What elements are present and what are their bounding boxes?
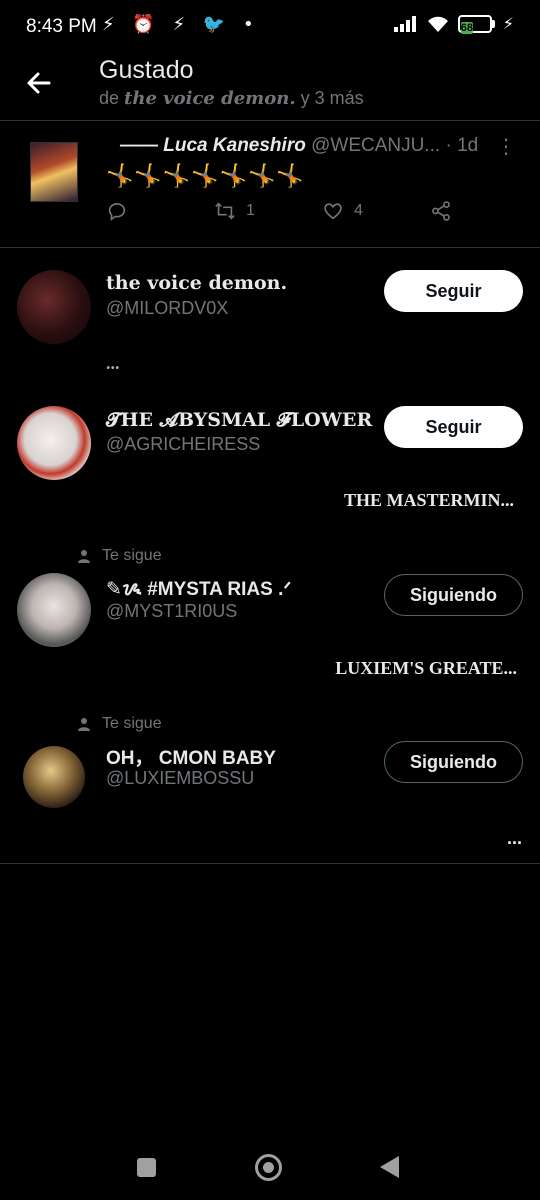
user-handle: @LUXIEMBOSSU (106, 768, 255, 788)
wifi-icon (427, 16, 448, 32)
status-time: 8:43 PM (26, 16, 97, 37)
status-bar: 8:43 PM ⚡ ⏰ ⚡ 🐦 • 68 ⚡ (0, 0, 540, 56)
page-title: Gustado (99, 56, 194, 84)
tweet-header: —— Luca Kaneshiro @WECANJU... · 1d (120, 135, 478, 157)
tweet-actions: 1 4 (106, 200, 466, 230)
following-button[interactable]: Siguiendo (384, 741, 523, 783)
page-subtitle: de the voice demon. y 3 más (99, 88, 364, 109)
user-avatar[interactable] (17, 270, 91, 344)
reply-icon (108, 203, 126, 221)
user-avatar[interactable] (23, 746, 85, 808)
signal-icon (393, 16, 416, 32)
user-name: OH， CMON BABY (106, 748, 276, 769)
battery-level: 68 (460, 22, 474, 34)
notification-icons: ⚡ ⏰ ⚡ 🐦 • (102, 14, 260, 35)
tweet-avatar[interactable] (30, 142, 78, 202)
header-divider (0, 120, 540, 121)
user-bio: ... (106, 353, 120, 373)
user-handle: @MILORDV0X (106, 298, 229, 318)
user-handle: @MYST1RI0US (106, 601, 238, 621)
person-icon (78, 550, 90, 563)
tweet-author-name[interactable]: —— Luca Kaneshiro (120, 135, 306, 156)
subtitle-name: the voice demon. (124, 88, 296, 109)
home-icon[interactable] (255, 1154, 282, 1181)
recent-apps-icon[interactable] (137, 1158, 156, 1177)
battery-icon: 68 (457, 15, 495, 34)
user-name: the voice demon. (106, 272, 288, 294)
page-header: Gustado de the voice demon. y 3 más (0, 56, 540, 120)
tweet-divider (0, 247, 540, 248)
follows-you-label: Te sigue (78, 547, 162, 565)
follow-button[interactable]: Seguir (384, 406, 523, 448)
more-options-icon[interactable]: ⋮ (496, 134, 516, 159)
share-icon (432, 201, 450, 221)
status-right-icons: 68 ⚡ (393, 14, 514, 34)
like-count: 4 (354, 202, 363, 219)
tweet-time: · 1d (445, 135, 479, 156)
tweet-text: 🤸🤸🤸🤸🤸🤸🤸 (106, 164, 305, 189)
user-bio: ... (506, 828, 522, 848)
retweet-count: 1 (246, 202, 255, 219)
user-bio: THE MASTERMIN... (343, 490, 514, 510)
follow-button[interactable]: Seguir (384, 270, 523, 312)
reply-button[interactable] (106, 200, 138, 222)
retweet-button[interactable]: 1 (214, 200, 255, 222)
following-button[interactable]: Siguiendo (384, 574, 523, 616)
retweet-icon (215, 202, 235, 220)
user-avatar[interactable] (17, 406, 91, 480)
tweet-author-handle[interactable]: @WECANJU... (311, 135, 440, 156)
like-button[interactable]: 4 (322, 200, 363, 222)
user-bio: LUXIEM'S GREATE... (335, 658, 517, 678)
user-handle: @AGRICHEIRESS (106, 434, 261, 454)
share-button[interactable] (430, 200, 452, 222)
user-avatar[interactable] (17, 573, 91, 647)
user-name: ✎ᝰ #MYSTA RIAS .ᐟ (106, 579, 292, 600)
heart-icon (324, 203, 342, 220)
list-divider (0, 863, 540, 864)
person-icon (78, 718, 90, 731)
charging-icon: ⚡ (502, 16, 514, 33)
system-nav-bar (0, 1138, 540, 1200)
user-name: 𝓣HE 𝓐BYSMAL 𝓕LOWER (106, 409, 373, 431)
nav-back-icon[interactable] (380, 1156, 399, 1178)
follows-you-label: Te sigue (78, 715, 162, 733)
back-arrow-icon[interactable] (22, 66, 56, 100)
